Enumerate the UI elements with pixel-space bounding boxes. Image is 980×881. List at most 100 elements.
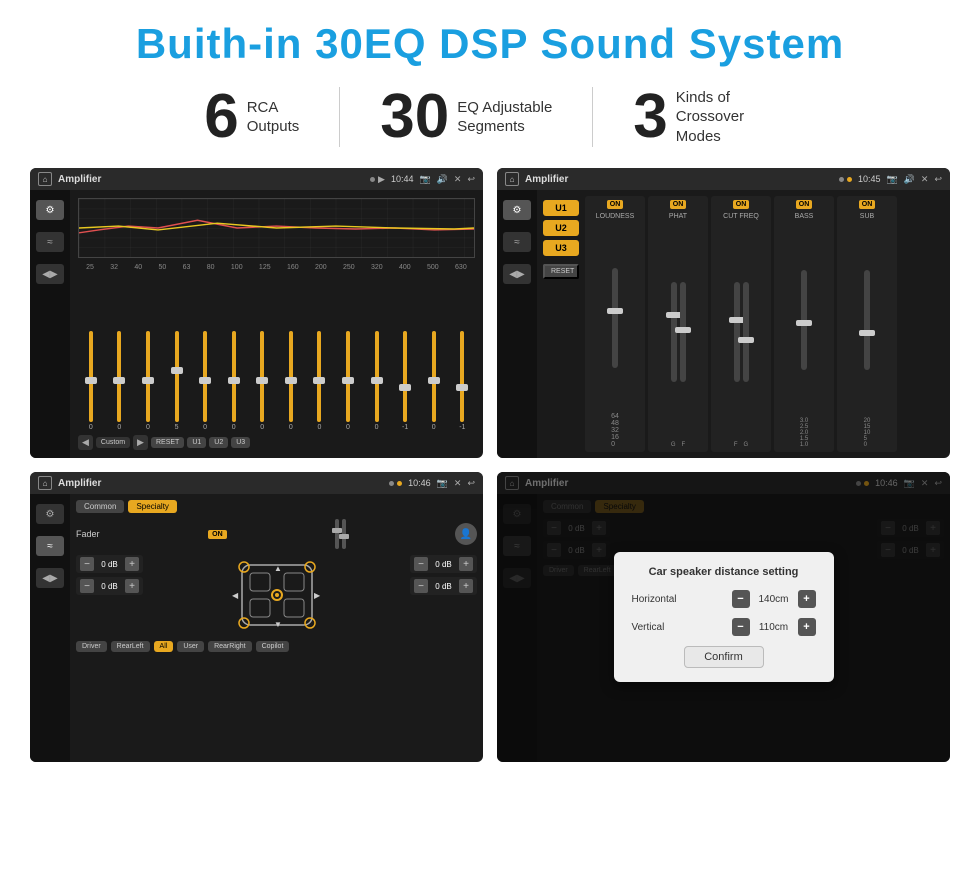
fader-plus-tr[interactable]: + — [459, 557, 473, 571]
eq-slider-7[interactable]: 0 — [278, 331, 304, 431]
phat-channel: ON PHAT — [648, 196, 708, 452]
fader-db-control-tr: − 0 dB + — [410, 555, 477, 573]
horizontal-plus-button[interactable]: + — [798, 590, 816, 608]
fader-db-control-bl: − 0 dB + — [76, 577, 143, 595]
phat-labels: GF — [671, 442, 685, 448]
cross-u1-button[interactable]: U1 — [543, 200, 579, 216]
fader-back-icon[interactable]: ↩ — [467, 478, 475, 489]
close-icon[interactable]: ✕ — [454, 174, 462, 185]
stats-row: 6 RCA Outputs 30 EQ Adjustable Segments … — [30, 86, 950, 148]
loudness-slider[interactable] — [612, 268, 618, 368]
btn-driver[interactable]: Driver — [76, 641, 107, 652]
bass-slider[interactable] — [801, 270, 807, 370]
cutfreq-slider[interactable] — [734, 282, 740, 382]
fader-plus-bl[interactable]: + — [125, 579, 139, 593]
eq-slider-13[interactable]: -1 — [450, 331, 476, 431]
eq-slider-5[interactable]: 0 — [221, 331, 247, 431]
cross-u3-button[interactable]: U3 — [543, 240, 579, 256]
home-icon[interactable]: ⌂ — [38, 172, 52, 186]
fader-minus-br[interactable]: − — [414, 579, 428, 593]
cutfreq-slider2[interactable] — [743, 282, 749, 382]
fader-title: Amplifier — [58, 478, 383, 489]
eq-reset-button[interactable]: RESET — [151, 437, 184, 448]
phat-on-badge[interactable]: ON — [670, 200, 687, 209]
fader-wave-icon[interactable]: ≈ — [36, 536, 64, 556]
cross-settings-icon[interactable]: ⚙ — [503, 200, 531, 220]
btn-all[interactable]: All — [154, 641, 174, 652]
vertical-plus-button[interactable]: + — [798, 618, 816, 636]
fader-on-badge[interactable]: ON — [208, 530, 227, 539]
fader-top-row: Fader ON 👤 — [76, 519, 477, 549]
phat-slider2[interactable] — [680, 282, 686, 382]
eq-speaker-icon[interactable]: ◀▶ — [36, 264, 64, 284]
eq-settings-icon[interactable]: ⚙ — [36, 200, 64, 220]
home-icon-cross[interactable]: ⌂ — [505, 172, 519, 186]
back-icon[interactable]: ↩ — [467, 174, 475, 185]
home-icon-fader[interactable]: ⌂ — [38, 476, 52, 490]
eq-next-button[interactable]: ▶ — [133, 435, 148, 450]
person-icon: 👤 — [455, 523, 477, 545]
dialog-title: Car speaker distance setting — [632, 566, 816, 578]
bass-on-badge[interactable]: ON — [796, 200, 813, 209]
eq-slider-11[interactable]: -1 — [392, 331, 418, 431]
eq-slider-4[interactable]: 0 — [192, 331, 218, 431]
eq-u1-button[interactable]: U1 — [187, 437, 206, 448]
main-title: Buith-in 30EQ DSP Sound System — [30, 20, 950, 68]
eq-slider-8[interactable]: 0 — [307, 331, 333, 431]
cross-u2-button[interactable]: U2 — [543, 220, 579, 236]
cutfreq-on-badge[interactable]: ON — [733, 200, 750, 209]
sub-slider[interactable] — [864, 270, 870, 370]
vertical-minus-button[interactable]: − — [732, 618, 750, 636]
stat-label-rca: RCA Outputs — [247, 98, 300, 137]
fader-h-slider2[interactable] — [342, 519, 346, 549]
fader-close-icon[interactable]: ✕ — [454, 478, 462, 489]
loudness-on-badge[interactable]: ON — [607, 200, 624, 209]
btn-copilot[interactable]: Copilot — [256, 641, 290, 652]
cross-reset-button[interactable]: RESET — [543, 264, 579, 279]
fader-minus-tr[interactable]: − — [414, 557, 428, 571]
cross-time: 10:45 — [858, 174, 881, 184]
cross-back-icon[interactable]: ↩ — [934, 174, 942, 185]
eq-prev-button[interactable]: ◀ — [78, 435, 93, 450]
horizontal-minus-button[interactable]: − — [732, 590, 750, 608]
fader-plus-br[interactable]: + — [459, 579, 473, 593]
eq-slider-10[interactable]: 0 — [364, 331, 390, 431]
cross-speaker-icon[interactable]: ◀▶ — [503, 264, 531, 284]
eq-slider-1[interactable]: 0 — [107, 331, 133, 431]
fader-settings-icon[interactable]: ⚙ — [36, 504, 64, 524]
eq-slider-6[interactable]: 0 — [249, 331, 275, 431]
fader-content: ⚙ ≈ ◀▶ Common Specialty Fader ON — [30, 494, 483, 762]
eq-bottom-bar: ◀ Custom ▶ RESET U1 U2 U3 — [78, 435, 475, 450]
eq-slider-9[interactable]: 0 — [335, 331, 361, 431]
cross-close-icon[interactable]: ✕ — [921, 174, 929, 185]
eq-u2-button[interactable]: U2 — [209, 437, 228, 448]
eq-slider-3[interactable]: 5 — [164, 331, 190, 431]
eq-slider-0[interactable]: 0 — [78, 331, 104, 431]
bass-scale: 3.02.52.01.51.0 — [800, 418, 808, 448]
fader-tabs: Common Specialty — [76, 500, 477, 513]
fader-minus-bl[interactable]: − — [80, 579, 94, 593]
cross-wave-icon[interactable]: ≈ — [503, 232, 531, 252]
eq-screen: ⌂ Amplifier ▶ 10:44 📷 🔊 ✕ ↩ ⚙ ≈ ◀▶ — [30, 168, 483, 458]
confirm-button[interactable]: Confirm — [684, 646, 764, 668]
btn-rearleft[interactable]: RearLeft — [111, 641, 150, 652]
tab-common[interactable]: Common — [76, 500, 124, 513]
eq-slider-12[interactable]: 0 — [421, 331, 447, 431]
fader-speaker-icon[interactable]: ◀▶ — [36, 568, 64, 588]
btn-rearright[interactable]: RearRight — [208, 641, 252, 652]
fader-plus-tl[interactable]: + — [125, 557, 139, 571]
car-diagram-container: ▲ ▼ ◀ ▶ — [149, 555, 404, 635]
sub-on-badge[interactable]: ON — [859, 200, 876, 209]
eq-wave-icon[interactable]: ≈ — [36, 232, 64, 252]
fader-val-bl: 0 dB — [97, 582, 122, 591]
fader-topbar-icons — [389, 481, 402, 486]
btn-user[interactable]: User — [177, 641, 204, 652]
eq-slider-2[interactable]: 0 — [135, 331, 161, 431]
tab-specialty[interactable]: Specialty — [128, 500, 176, 513]
dialog-overlay: Car speaker distance setting Horizontal … — [497, 472, 950, 762]
stat-crossover: 3 Kinds of Crossover Modes — [593, 86, 815, 148]
fader-minus-tl[interactable]: − — [80, 557, 94, 571]
fader-val-tl: 0 dB — [97, 560, 122, 569]
eq-u3-button[interactable]: U3 — [231, 437, 250, 448]
eq-sliders: 00050000000-10-1 — [78, 275, 475, 431]
